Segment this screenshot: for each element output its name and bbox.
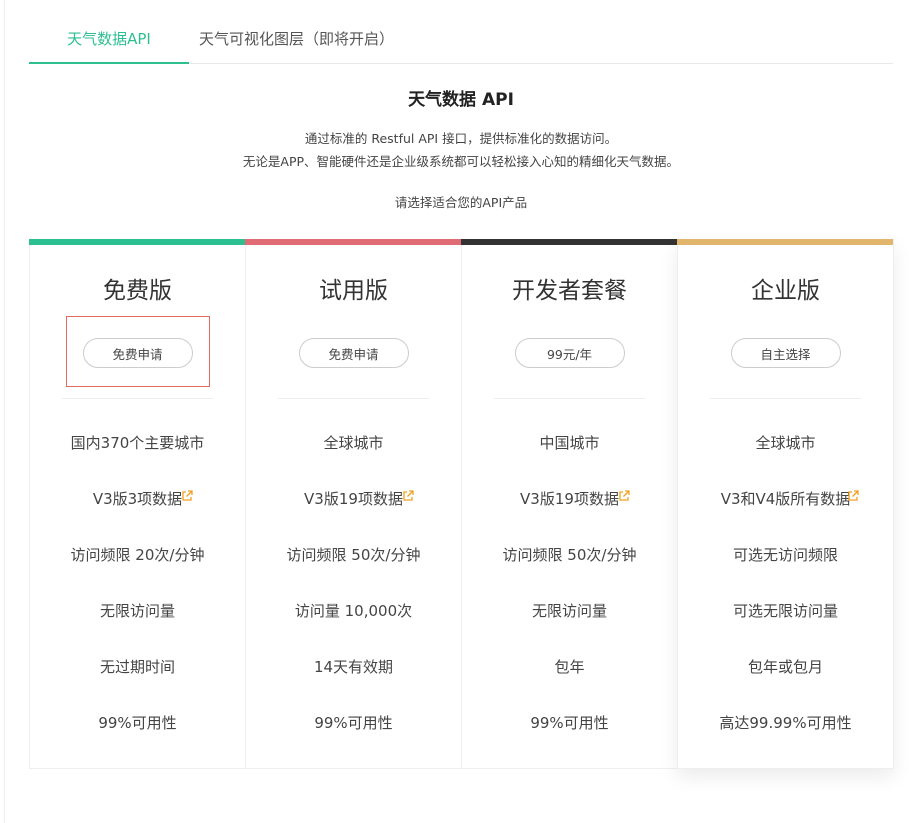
- plan-card-free: 免费版 免费申请 国内370个主要城市 V3版3项数据 访问频限 20次/分钟 …: [29, 239, 245, 769]
- external-link-icon[interactable]: [181, 490, 193, 502]
- page-left-border: [4, 0, 5, 823]
- feature-coverage: 全球城市: [755, 434, 816, 452]
- feature-coverage: 中国城市: [539, 434, 600, 452]
- intro-section: 天气数据 API 通过标准的 Restful API 接口，提供标准化的数据访问…: [29, 83, 893, 214]
- feature-validity: 包年: [554, 658, 585, 676]
- plan-card-trial: 试用版 免费申请 全球城市 V3版19项数据 访问频限 50次/分钟 访问量 1…: [245, 239, 461, 769]
- external-link-icon[interactable]: [402, 490, 414, 502]
- apply-free-button[interactable]: 免费申请: [82, 338, 193, 368]
- external-link-icon[interactable]: [847, 490, 859, 502]
- plan-title: 企业版: [751, 278, 820, 304]
- buy-developer-button[interactable]: 99元/年: [514, 338, 625, 368]
- feature-validity: 14天有效期: [313, 658, 394, 676]
- feature-rate-limit: 可选无访问频限: [732, 546, 838, 564]
- feature-coverage: 全球城市: [323, 434, 384, 452]
- feature-coverage: 国内370个主要城市: [70, 434, 205, 452]
- feature-availability: 99%可用性: [98, 714, 177, 732]
- external-link-icon[interactable]: [618, 490, 630, 502]
- choose-enterprise-button[interactable]: 自主选择: [730, 338, 841, 368]
- choose-product-text: 请选择适合您的API产品: [394, 195, 528, 210]
- plan-divider: [278, 398, 429, 399]
- tab-weather-visualization-layer[interactable]: 天气可视化图层（即将开启）: [199, 0, 394, 63]
- feature-rate-limit: 访问频限 50次/分钟: [502, 546, 637, 564]
- plan-title: 试用版: [319, 278, 388, 304]
- feature-data: V3和V4版所有数据: [720, 490, 851, 508]
- plan-color-bar: [677, 239, 893, 245]
- feature-availability: 高达99.99%可用性: [719, 714, 852, 732]
- apply-trial-button[interactable]: 免费申请: [298, 338, 409, 368]
- plan-card-enterprise: 企业版 自主选择 全球城市 V3和V4版所有数据 可选无访问频限 可选无限访问量…: [677, 239, 894, 769]
- tab-weather-data-api[interactable]: 天气数据API: [29, 0, 189, 64]
- feature-validity: 无过期时间: [99, 658, 175, 676]
- plan-title: 免费版: [103, 278, 172, 304]
- plan-title: 开发者套餐: [512, 278, 627, 304]
- plan-divider: [710, 398, 861, 399]
- feature-data: V3版19项数据: [304, 490, 403, 508]
- plan-divider: [62, 398, 213, 399]
- feature-availability: 99%可用性: [314, 714, 393, 732]
- feature-rate-limit: 访问频限 20次/分钟: [70, 546, 205, 564]
- tab-bar: 天气数据API 天气可视化图层（即将开启）: [29, 0, 893, 64]
- page-title: 天气数据 API: [408, 90, 514, 110]
- plan-color-bar: [245, 239, 461, 245]
- intro-description-line-2: 无论是APP、智能硬件还是企业级系统都可以轻松接入心知的精细化天气数据。: [242, 154, 680, 169]
- feature-availability: 99%可用性: [530, 714, 609, 732]
- plan-color-bar: [461, 239, 677, 245]
- feature-volume: 无限访问量: [531, 602, 607, 620]
- plan-divider: [494, 398, 645, 399]
- feature-data: V3版19项数据: [520, 490, 619, 508]
- plan-card-developer: 开发者套餐 99元/年 中国城市 V3版19项数据 访问频限 50次/分钟 无限…: [461, 239, 677, 769]
- plan-color-bar: [29, 239, 245, 245]
- feature-volume: 可选无限访问量: [732, 602, 838, 620]
- feature-rate-limit: 访问频限 50次/分钟: [286, 546, 421, 564]
- feature-volume: 无限访问量: [99, 602, 175, 620]
- feature-volume: 访问量 10,000次: [294, 602, 413, 620]
- intro-description-line-1: 通过标准的 Restful API 接口，提供标准化的数据访问。: [304, 131, 618, 146]
- feature-data: V3版3项数据: [92, 490, 183, 508]
- feature-validity: 包年或包月: [747, 658, 823, 676]
- plan-cards: 免费版 免费申请 国内370个主要城市 V3版3项数据 访问频限 20次/分钟 …: [29, 239, 894, 769]
